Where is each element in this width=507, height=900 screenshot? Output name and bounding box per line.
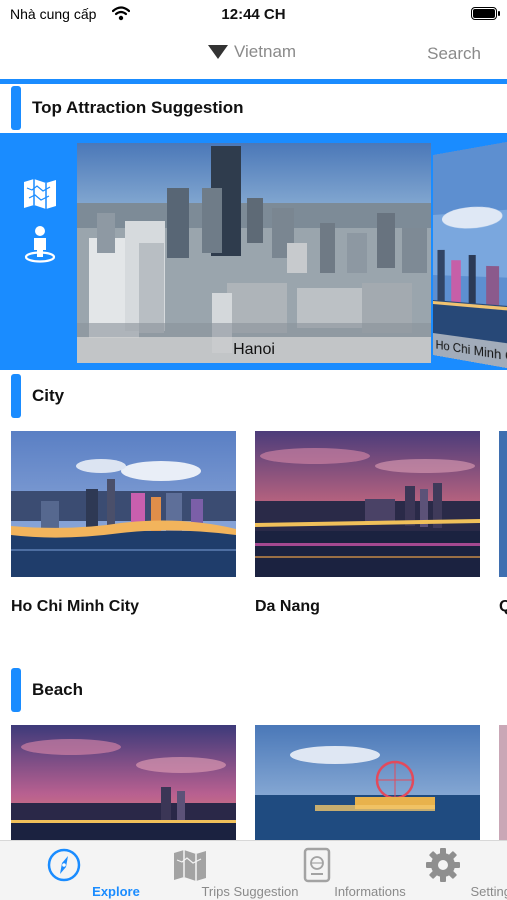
- beach-header: Beach: [0, 668, 507, 712]
- beach-photo: [255, 725, 480, 840]
- city-header: City: [0, 374, 507, 418]
- ho-chi-minh-city-photo: [11, 431, 236, 577]
- status-time: 12:44 CH: [221, 6, 286, 23]
- person-location-icon[interactable]: [23, 225, 57, 263]
- tab-informations[interactable]: Informations: [264, 841, 406, 900]
- top-attraction-header: Top Attraction Suggestion: [0, 86, 507, 130]
- carousel-caption: Hanoi: [77, 337, 431, 363]
- section-accent-bar: [11, 86, 21, 130]
- tab-trips-suggestion[interactable]: Trips Suggestion: [130, 841, 299, 900]
- country-selector[interactable]: Vietnam: [208, 42, 296, 62]
- dropdown-triangle-icon: [208, 45, 228, 59]
- carousel-slide-next[interactable]: Ho Chi Minh City: [433, 140, 507, 370]
- gear-icon: [426, 848, 460, 882]
- city-card-image[interactable]: [499, 431, 507, 577]
- section-title: City: [32, 386, 65, 405]
- beach-photo: [11, 725, 236, 840]
- compass-icon: [47, 848, 81, 882]
- beach-card-partial-photo: [499, 725, 507, 840]
- explore-screen: Nhà cung cấp 12:44 CH Vietnam Search Top…: [0, 0, 507, 900]
- city-card-name[interactable]: Q: [499, 598, 507, 616]
- search-button[interactable]: Search: [427, 44, 481, 64]
- battery-icon: [471, 7, 500, 20]
- map-icon[interactable]: [23, 178, 57, 210]
- hanoi-photo: [77, 143, 431, 363]
- city-card-partial-photo: [499, 431, 507, 577]
- city-card-name[interactable]: Da Nang: [255, 598, 320, 616]
- section-title: Top Attraction Suggestion: [32, 98, 244, 117]
- country-label: Vietnam: [234, 42, 297, 61]
- top-attraction-carousel[interactable]: Hanoi Ho Chi Minh City: [0, 133, 507, 370]
- beach-card-image[interactable]: [11, 725, 236, 840]
- section-accent-bar: [11, 374, 21, 418]
- passport-icon: [303, 847, 331, 883]
- tab-explore[interactable]: Explore: [12, 841, 140, 900]
- beach-card-image[interactable]: [499, 725, 507, 840]
- beach-card-image[interactable]: [255, 725, 480, 840]
- tab-settings[interactable]: Settings: [392, 841, 507, 900]
- section-accent-bar: [11, 668, 21, 712]
- tab-label: Settings: [470, 884, 507, 899]
- da-nang-photo: [255, 431, 480, 577]
- city-card-image[interactable]: [255, 431, 480, 577]
- city-card-image[interactable]: [11, 431, 236, 577]
- carousel-slide-current[interactable]: Hanoi: [77, 143, 431, 363]
- section-title: Beach: [32, 680, 84, 699]
- nav-bar: Vietnam Search: [0, 30, 507, 78]
- status-bar: Nhà cung cấp 12:44 CH: [0, 0, 507, 30]
- tab-bar: Explore Trips Suggestion Informations Se…: [0, 840, 507, 900]
- map-icon: [174, 850, 206, 881]
- city-card-name[interactable]: Ho Chi Minh City: [11, 598, 139, 616]
- nav-divider: [0, 79, 507, 84]
